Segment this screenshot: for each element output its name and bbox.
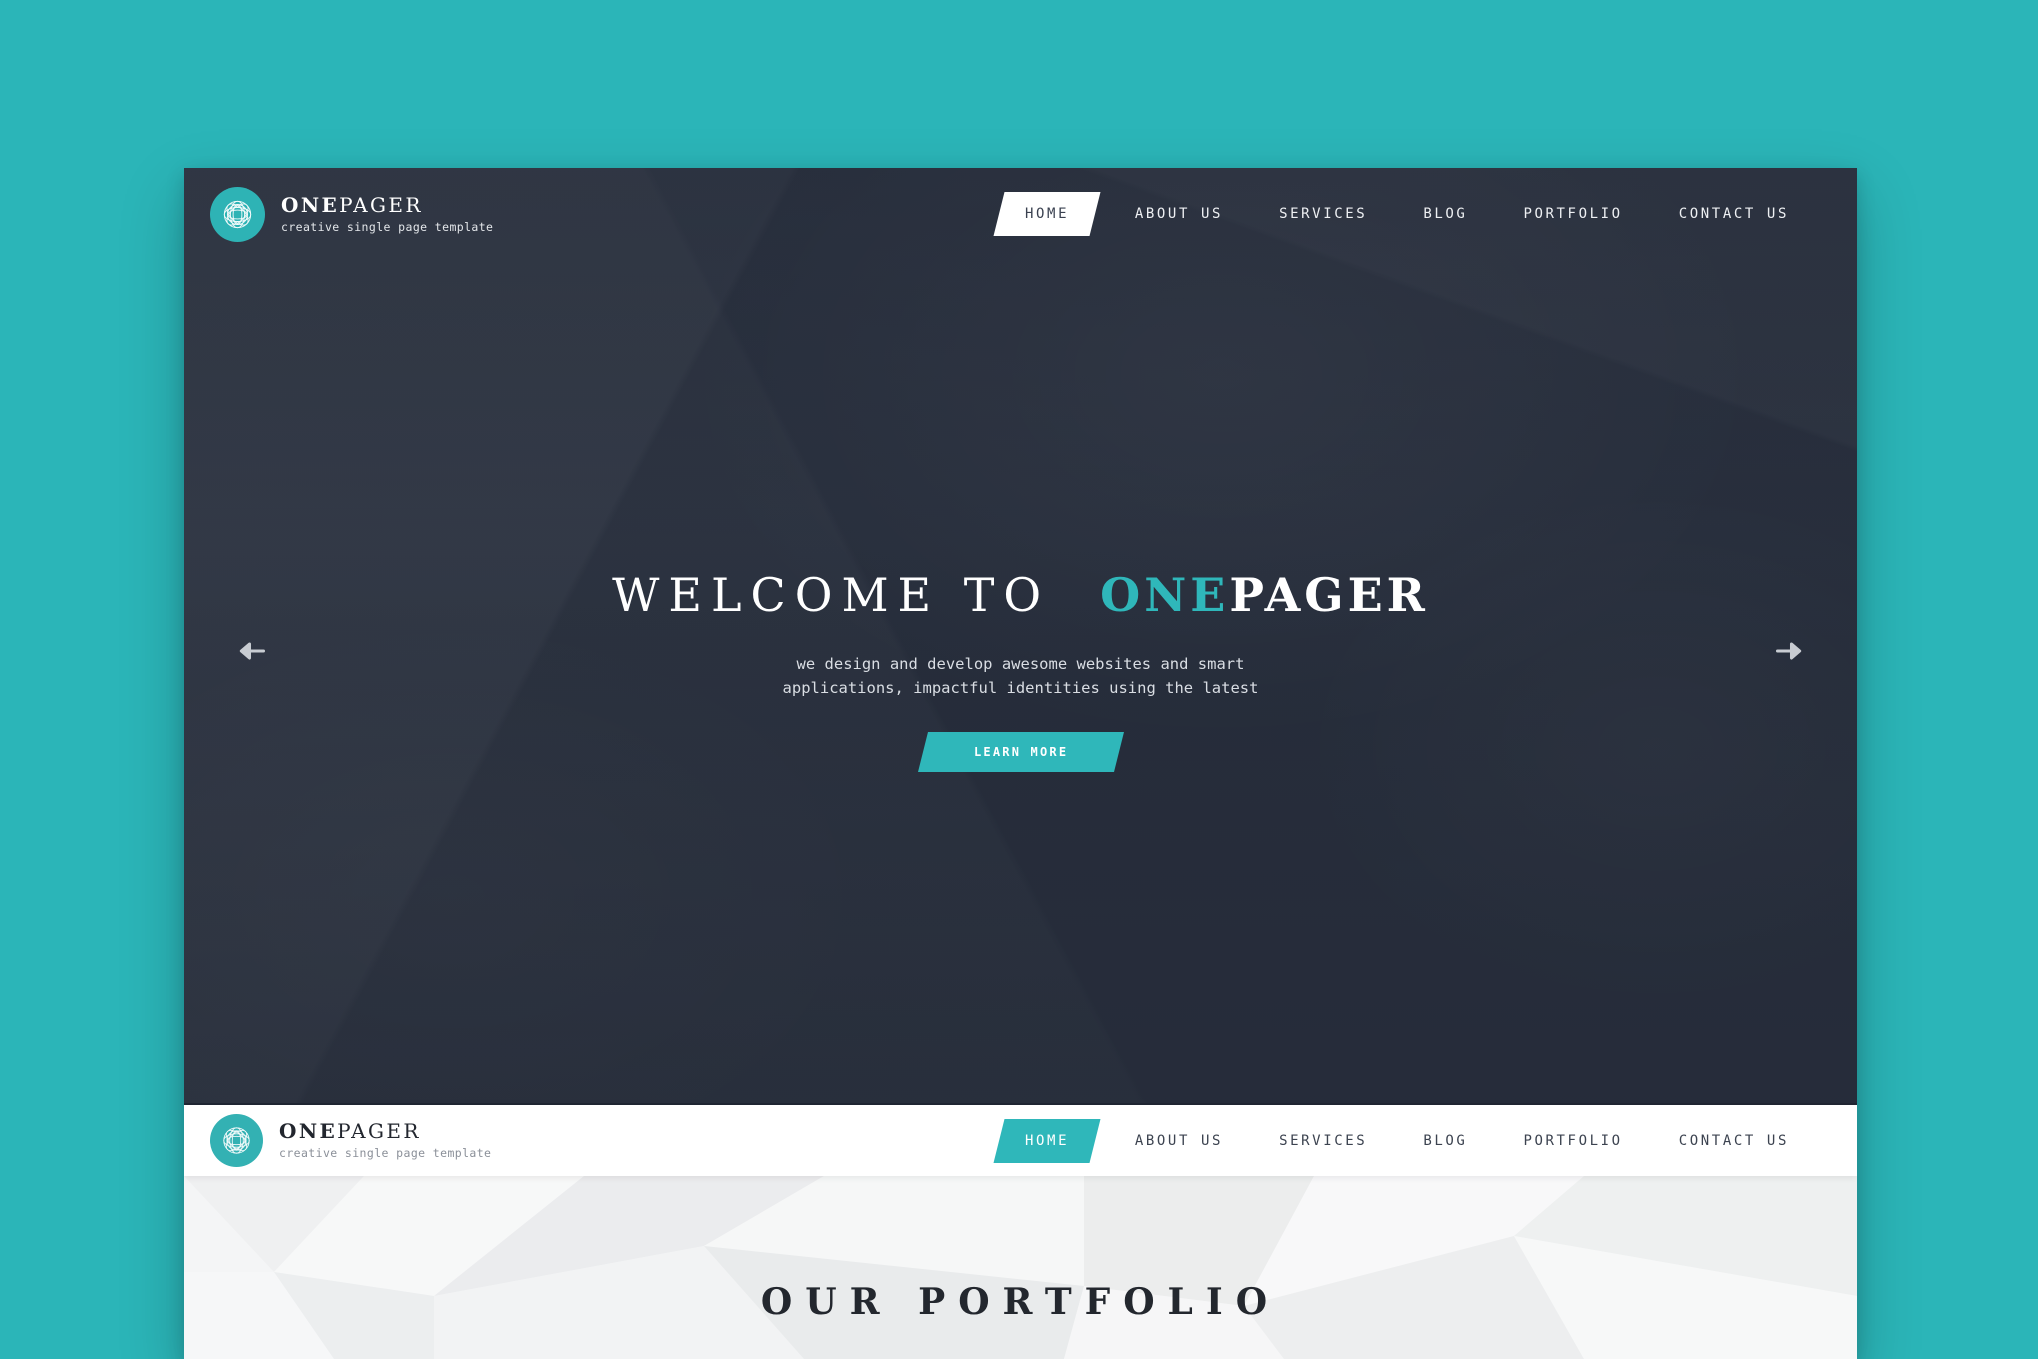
brand-name-bold: ONE (279, 1119, 338, 1144)
browser-page-canvas: ONEPAGER creative single page template H… (184, 168, 1857, 1359)
hero-subtitle: we design and develop awesome websites a… (782, 655, 1259, 697)
nav-item-home[interactable]: HOME (993, 1118, 1101, 1163)
brand-text-block: ONEPAGER creative single page template (279, 1121, 491, 1160)
site-header-light: ONEPAGER creative single page template H… (184, 1103, 1857, 1176)
hero-headline-strong: PAGER (1229, 568, 1429, 622)
brand-logo-dark[interactable]: ONEPAGER creative single page template (210, 186, 493, 242)
nav-item-services[interactable]: SERVICES (1251, 1119, 1395, 1163)
nav-item-blog[interactable]: BLOG (1395, 192, 1495, 236)
brand-logo-light[interactable]: ONEPAGER creative single page template (210, 1114, 491, 1167)
nav-item-about-us[interactable]: ABOUT US (1107, 1119, 1251, 1163)
brand-name-light: PAGER (337, 1119, 421, 1144)
hero-content: WELCOME TO ONEPAGER we design and develo… (184, 568, 1857, 772)
nav-item-home-label: HOME (1024, 1132, 1069, 1149)
portfolio-section-title: OUR PORTFOLIO (760, 1281, 1281, 1323)
nav-item-blog[interactable]: BLOG (1395, 1119, 1495, 1163)
hero-headline: WELCOME TO ONEPAGER (184, 568, 1857, 622)
nav-item-portfolio[interactable]: PORTFOLIO (1495, 1119, 1650, 1163)
arrow-left-icon[interactable] (236, 634, 270, 668)
main-navigation-dark: HOME ABOUT US SERVICES BLOG PORTFOLIO CO… (993, 192, 1817, 236)
nav-item-about-us[interactable]: ABOUT US (1107, 192, 1251, 236)
nav-item-home[interactable]: HOME (993, 192, 1101, 236)
brand-name-bold: ONE (281, 192, 340, 217)
geometric-flower-logo-icon (210, 186, 265, 242)
nav-item-home-label: HOME (1024, 206, 1069, 222)
nav-item-contact-us[interactable]: CONTACT US (1651, 1119, 1817, 1163)
hero-section: ONEPAGER creative single page template H… (184, 168, 1857, 1103)
learn-more-button[interactable]: LEARN MORE (917, 732, 1124, 772)
brand-tagline: creative single page template (281, 219, 494, 234)
nav-item-contact-us[interactable]: CONTACT US (1651, 192, 1817, 236)
portfolio-section: OUR PORTFOLIO (184, 1176, 1857, 1359)
nav-item-services[interactable]: SERVICES (1251, 192, 1395, 236)
hero-headline-light: WELCOME TO (612, 568, 1051, 622)
geometric-flower-logo-icon (210, 1114, 263, 1167)
nav-item-portfolio[interactable]: PORTFOLIO (1495, 192, 1650, 236)
brand-name-light: PAGER (339, 192, 423, 217)
brand-text-block: ONEPAGER creative single page template (281, 195, 493, 234)
brand-title: ONEPAGER (281, 195, 493, 215)
brand-title: ONEPAGER (279, 1121, 491, 1141)
arrow-right-icon[interactable] (1771, 634, 1805, 668)
hero-headline-accent: ONE (1100, 568, 1230, 622)
site-header-dark: ONEPAGER creative single page template H… (184, 168, 1857, 260)
learn-more-label: LEARN MORE (973, 745, 1068, 759)
brand-tagline: creative single page template (279, 1146, 492, 1161)
low-poly-background (184, 1176, 1857, 1359)
main-navigation-light: HOME ABOUT US SERVICES BLOG PORTFOLIO CO… (993, 1118, 1817, 1163)
